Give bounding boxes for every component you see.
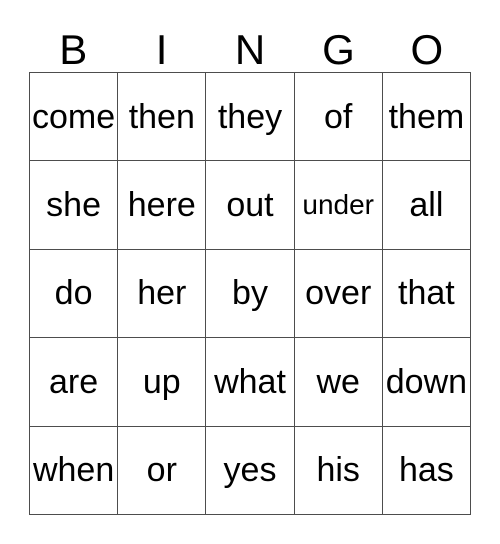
bingo-cell-word: come <box>32 97 116 136</box>
bingo-cell[interactable]: has <box>382 426 471 515</box>
bingo-cell[interactable]: then <box>118 73 207 162</box>
bingo-cell[interactable]: out <box>206 161 295 250</box>
bingo-cell-word: when <box>32 451 115 490</box>
bingo-cell[interactable]: them <box>382 73 471 162</box>
bingo-cell-word: she <box>46 186 101 225</box>
bingo-header-letter-g: G <box>322 26 355 73</box>
bingo-cell-word: over <box>305 274 372 313</box>
bingo-cell-word: here <box>127 186 196 225</box>
bingo-cell-word: up <box>142 362 181 401</box>
bingo-cell[interactable]: down <box>382 338 471 427</box>
bingo-card: B I N G O come then they of them she her… <box>0 0 500 544</box>
bingo-cell-word: what <box>214 362 286 401</box>
bingo-cell-word: then <box>128 97 195 136</box>
bingo-cell-word: his <box>316 451 360 490</box>
bingo-cell[interactable]: we <box>294 338 383 427</box>
bingo-cell-word: has <box>398 451 454 490</box>
bingo-cell[interactable]: come <box>30 73 119 162</box>
bingo-cell-word: yes <box>223 451 277 490</box>
bingo-cell[interactable]: what <box>206 338 295 427</box>
bingo-cell-word: we <box>316 362 360 401</box>
bingo-cell[interactable]: by <box>206 249 295 339</box>
bingo-cell[interactable]: she <box>30 161 119 250</box>
bingo-cell[interactable]: her <box>118 249 207 339</box>
bingo-cell-word: they <box>217 97 283 136</box>
bingo-cell[interactable]: are <box>30 338 119 427</box>
bingo-cell[interactable]: under <box>294 161 383 250</box>
bingo-cell[interactable]: up <box>118 338 207 427</box>
bingo-cell-word: of <box>324 97 353 136</box>
bingo-cell[interactable]: yes <box>206 426 295 515</box>
bingo-cell[interactable]: here <box>118 161 207 250</box>
bingo-cell-word: by <box>232 274 268 313</box>
bingo-cell-word: out <box>226 186 274 225</box>
bingo-cell-word: her <box>137 274 187 313</box>
bingo-cell[interactable]: of <box>294 73 383 162</box>
bingo-cell-word: are <box>49 362 99 401</box>
bingo-grid: come then they of them she here out unde… <box>29 72 471 515</box>
bingo-cell[interactable]: that <box>382 249 471 339</box>
bingo-header-letter-n: N <box>234 26 266 73</box>
bingo-header-letter-o: O <box>410 26 444 73</box>
bingo-cell-word: that <box>398 274 455 313</box>
bingo-cell-word: down <box>385 362 468 401</box>
bingo-header-letter-i: I <box>155 26 168 73</box>
bingo-cell-word: or <box>146 451 177 490</box>
bingo-cell[interactable]: when <box>30 426 119 515</box>
bingo-cell-word: under <box>302 189 374 221</box>
bingo-cell[interactable]: over <box>294 249 383 339</box>
bingo-cell[interactable]: or <box>118 426 207 515</box>
bingo-cell[interactable]: they <box>206 73 295 162</box>
bingo-cell[interactable]: his <box>294 426 383 515</box>
bingo-cell-word: them <box>388 97 465 136</box>
bingo-cell-word: all <box>409 186 444 225</box>
bingo-header-letter-b: B <box>59 26 88 73</box>
bingo-cell[interactable]: all <box>382 161 471 250</box>
bingo-cell[interactable]: do <box>30 249 119 339</box>
bingo-cell-word: do <box>54 274 93 313</box>
bingo-header-row: B I N G O <box>29 22 471 72</box>
